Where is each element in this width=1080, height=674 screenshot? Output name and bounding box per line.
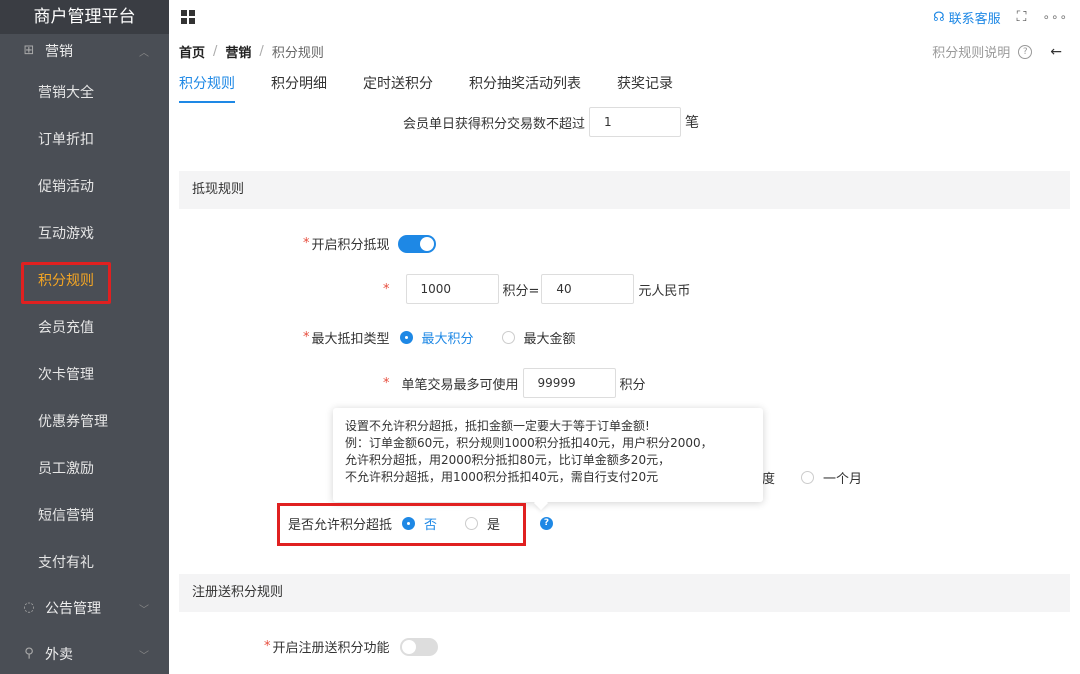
help-icon[interactable]: ? xyxy=(540,517,554,530)
period-partial-label: 度 xyxy=(762,472,776,487)
register-toggle[interactable] xyxy=(399,637,438,656)
menu-grid-icon[interactable] xyxy=(181,10,195,24)
register-row: * 开启注册送积分功能 xyxy=(264,637,438,656)
enable-cash-label: 开启积分抵现 xyxy=(311,238,390,253)
required-mark: * xyxy=(264,639,271,654)
daily-limit-input[interactable]: 1 xyxy=(589,107,682,137)
points-rule-help-label: 积分规则说明 xyxy=(932,46,1011,61)
chevron-down-icon: ﹀ xyxy=(139,605,149,616)
section-register-rules: 注册送积分规则 xyxy=(179,574,1070,612)
daily-limit-label: 会员单日获得积分交易数不超过 xyxy=(403,116,586,132)
sidebar-item-points-rules[interactable]: 积分规则 xyxy=(0,256,169,304)
sidebar-group-notice[interactable]: ◌ 公告管理 ﹀ xyxy=(0,585,169,631)
max-use-label: 单笔交易最多可使用 xyxy=(401,377,519,393)
tab-bar: 积分规则 积分明细 定时送积分 积分抽奖活动列表 获奖记录 xyxy=(179,70,1080,106)
tooltip-line: 例：订单金额60元，积分规则1000积分抵扣40元，用户积分2000， xyxy=(345,436,713,450)
breadcrumb-home[interactable]: 首页 xyxy=(179,42,205,61)
sidebar-item-sms-marketing[interactable]: 短信营销 xyxy=(0,491,169,538)
radio-one-month-label: 一个月 xyxy=(823,472,863,487)
overflow-highlight-box xyxy=(277,503,526,546)
enable-cash-row: * 开启积分抵现 xyxy=(303,234,436,253)
bell-icon: ◌ xyxy=(23,600,35,615)
required-mark: * xyxy=(303,330,310,345)
gift-icon: ⊞ xyxy=(23,43,35,58)
breadcrumb-marketing[interactable]: 营销 xyxy=(225,42,251,61)
max-use-row: * 单笔交易最多可使用 99999 积分 xyxy=(383,368,646,398)
tab-points-rules[interactable]: 积分规则 xyxy=(179,70,235,103)
overflow-tooltip: 设置不允许积分超抵，抵扣金额一定要大于等于订单金额! 例：订单金额60元，积分规… xyxy=(333,408,763,502)
top-bar: ☊ 联系客服 ⛶ ∘∘∘ xyxy=(169,0,1080,34)
breadcrumb-separator: / xyxy=(259,44,264,59)
register-label: 开启注册送积分功能 xyxy=(272,641,390,656)
enable-cash-toggle[interactable] xyxy=(397,234,436,253)
sidebar-item-games[interactable]: 互动游戏 xyxy=(0,209,169,256)
section-cash-rules: 抵现规则 xyxy=(179,171,1070,209)
daily-limit-unit: 笔 xyxy=(685,115,700,131)
sidebar-item-member-recharge[interactable]: 会员充值 xyxy=(0,303,169,350)
radio-unchecked-icon xyxy=(501,331,515,344)
chevron-down-icon: ﹀ xyxy=(139,651,149,662)
tab-winning-records[interactable]: 获奖记录 xyxy=(617,70,673,103)
sidebar-item-order-discount[interactable]: 订单折扣 xyxy=(0,115,169,162)
sidebar-group-marketing[interactable]: ⊞ 营销 ︿ xyxy=(0,34,169,68)
sidebar-group-takeout[interactable]: ⚲ 外卖 ﹀ xyxy=(0,631,169,674)
tab-scheduled-points[interactable]: 定时送积分 xyxy=(363,70,433,103)
sidebar-item-coupons[interactable]: 优惠券管理 xyxy=(0,397,169,444)
points-amount-input[interactable]: 1000 xyxy=(405,274,499,304)
points-eq-label: 积分= xyxy=(502,283,540,299)
breadcrumb-current: 积分规则 xyxy=(271,46,324,61)
max-type-label: 最大抵扣类型 xyxy=(311,332,390,347)
required-mark: * xyxy=(383,281,390,297)
tooltip-line: 允许积分超抵，用2000积分抵扣80元，比订单金额多20元， xyxy=(345,453,671,467)
sidebar-item-staff-incentive[interactable]: 员工激励 xyxy=(0,444,169,491)
chevron-up-icon: ︿ xyxy=(139,48,149,59)
period-row: 度 一个月 xyxy=(762,468,862,487)
tab-lottery-list[interactable]: 积分抽奖活动列表 xyxy=(469,70,581,103)
radio-max-amount[interactable]: 最大金额 xyxy=(501,328,576,347)
breadcrumb: 首页 / 营销 / 积分规则 xyxy=(179,42,324,61)
max-use-unit: 积分 xyxy=(619,377,646,393)
radio-max-points[interactable]: 最大积分 xyxy=(399,328,474,347)
required-mark: * xyxy=(303,236,310,251)
breadcrumb-separator: / xyxy=(213,44,218,59)
rmb-unit-label: 元人民币 xyxy=(638,283,691,299)
tooltip-line: 不允许积分超抵，用1000积分抵扣40元，需自行支付20元 xyxy=(345,470,659,484)
sidebar-group-label: 外卖 xyxy=(45,647,73,663)
sidebar-group-label: 营销 xyxy=(45,44,73,60)
delivery-icon: ⚲ xyxy=(24,646,34,661)
sidebar: 商户管理平台 ⊞ 营销 ︿ 营销大全 订单折扣 促销活动 互动游戏 积分规则 会… xyxy=(0,0,169,674)
radio-checked-icon xyxy=(399,331,413,344)
points-rate-row: * 1000 积分= 40 元人民币 xyxy=(383,274,690,304)
radio-unchecked-icon xyxy=(801,471,815,484)
radio-max-points-label: 最大积分 xyxy=(421,332,474,347)
daily-limit-row: 会员单日获得积分交易数不超过 1 笔 xyxy=(403,107,699,137)
points-rule-help[interactable]: 积分规则说明 ? ← xyxy=(932,42,1062,62)
fullscreen-icon[interactable]: ⛶ xyxy=(1017,9,1027,25)
sidebar-item-promotions[interactable]: 促销活动 xyxy=(0,162,169,209)
customer-service-label: 联系客服 xyxy=(948,11,1001,27)
question-icon: ? xyxy=(1018,44,1033,59)
rmb-amount-input[interactable]: 40 xyxy=(541,274,635,304)
tab-points-detail[interactable]: 积分明细 xyxy=(271,70,327,103)
radio-one-month[interactable]: 一个月 xyxy=(801,468,862,487)
tooltip-line: 设置不允许积分超抵，抵扣金额一定要大于等于订单金额! xyxy=(345,419,650,433)
sidebar-group-label: 公告管理 xyxy=(45,601,101,617)
more-icon[interactable]: ∘∘∘ xyxy=(1042,10,1068,24)
max-type-row: * 最大抵扣类型 最大积分 最大金额 xyxy=(303,328,576,347)
brand-title: 商户管理平台 xyxy=(0,0,169,34)
sidebar-item-marketing-all[interactable]: 营销大全 xyxy=(0,68,169,115)
sidebar-item-punch-card[interactable]: 次卡管理 xyxy=(0,350,169,397)
sidebar-item-payment-gift[interactable]: 支付有礼 xyxy=(0,538,169,585)
back-arrow-icon[interactable]: ← xyxy=(1050,44,1062,60)
max-use-input[interactable]: 99999 xyxy=(522,368,616,398)
customer-service-link[interactable]: ☊ 联系客服 xyxy=(933,8,1001,27)
headset-icon: ☊ xyxy=(933,9,945,25)
radio-max-amount-label: 最大金额 xyxy=(523,332,576,347)
required-mark: * xyxy=(383,375,390,391)
